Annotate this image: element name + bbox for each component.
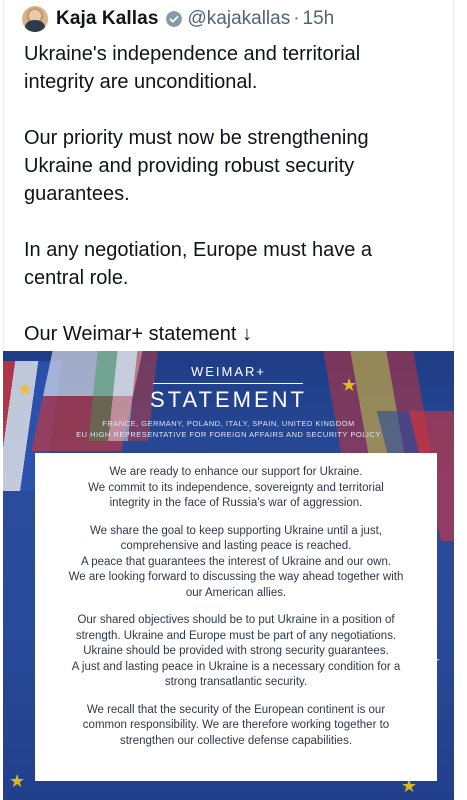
statement-image[interactable]: ★ ★ ★ ★ ★ WEIMAR+ STATEMENT FRANCE, GERM… <box>3 351 454 800</box>
signatories: FRANCE, GERMANY, POLAND, ITALY, SPAIN, U… <box>3 418 454 440</box>
statement-title: STATEMENT <box>150 387 307 412</box>
tweet-text: Ukraine's independence and territorial i… <box>24 43 373 345</box>
tweet-card[interactable]: Kaja Kallas @kajakallas · 15h Ukraine's … <box>3 0 454 350</box>
separator-dot: · <box>293 8 300 29</box>
handle[interactable]: @kajakallas <box>188 8 291 30</box>
statement-paragraph: We are ready to enhance our support for … <box>88 466 384 509</box>
statement-body: We are ready to enhance our support for … <box>35 453 437 781</box>
avatar[interactable] <box>22 6 48 32</box>
statement-paragraph: Our shared objectives should be to put U… <box>71 614 401 688</box>
timestamp[interactable]: 15h <box>303 8 335 30</box>
statement-paragraph: We share the goal to keep supporting Ukr… <box>68 524 404 599</box>
representative-line: EU HIGH REPRESENTATIVE FOR FOREIGN AFFAI… <box>76 430 381 439</box>
weimar-label: WEIMAR+ <box>190 364 267 379</box>
title-divider <box>153 383 303 384</box>
eu-star-icon: ★ <box>9 771 26 791</box>
verified-badge-icon <box>165 11 182 27</box>
statement-paragraph: We recall that the security of the Europ… <box>82 703 390 747</box>
display-name[interactable]: Kaja Kallas <box>56 8 159 30</box>
countries-line: FRANCE, GERMANY, POLAND, ITALY, SPAIN, U… <box>102 419 355 428</box>
tweet-header: Kaja Kallas @kajakallas · 15h <box>22 5 334 33</box>
